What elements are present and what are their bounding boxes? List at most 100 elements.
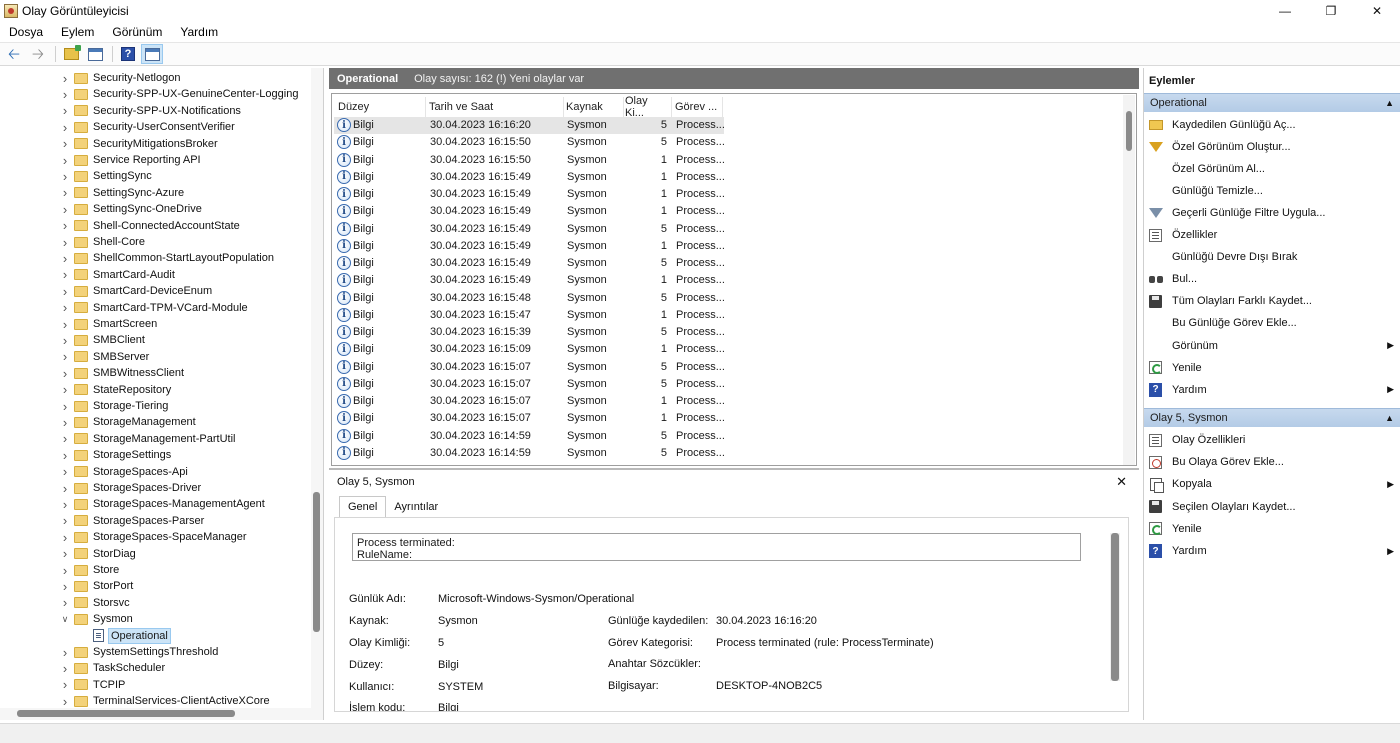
chevron-right-icon[interactable]: ›	[60, 530, 70, 545]
actions-section-event[interactable]: Olay 5, Sysmon ▲	[1144, 408, 1400, 427]
action-item[interactable]: Bul...	[1144, 269, 1400, 289]
tree-item[interactable]: › ShellCommon-StartLayoutPopulation	[0, 250, 310, 266]
chevron-right-icon[interactable]: ›	[60, 103, 70, 118]
tree-item[interactable]: › Storsvc	[0, 595, 310, 611]
action-item[interactable]: Günlüğü Devre Dışı Bırak	[1144, 247, 1400, 267]
chevron-right-icon[interactable]: ›	[60, 366, 70, 381]
chevron-right-icon[interactable]: ›	[60, 694, 70, 709]
tab-details[interactable]: Ayrıntılar	[386, 496, 446, 518]
action-item[interactable]: Kopyala ▶	[1144, 474, 1400, 494]
tree-item[interactable]: › TCPIP	[0, 677, 310, 693]
event-row[interactable]: i Bilgi 30.04.2023 16:15:39 Sysmon 5 Process.…	[334, 324, 725, 341]
chevron-right-icon[interactable]: ›	[60, 399, 70, 414]
forward-button[interactable]: 🡢	[27, 44, 49, 64]
chevron-right-icon[interactable]: ›	[60, 300, 70, 315]
chevron-right-icon[interactable]: ›	[60, 497, 70, 512]
event-description[interactable]: Process terminated: RuleName:	[352, 533, 1081, 561]
chevron-down-icon[interactable]: ∨	[60, 614, 70, 625]
action-item[interactable]: ? Yardım ▶	[1144, 541, 1400, 561]
show-hide-tree-button[interactable]	[84, 44, 106, 64]
action-item[interactable]: Özellikler	[1144, 225, 1400, 245]
action-item[interactable]: Özel Görünüm Oluştur...	[1144, 137, 1400, 157]
column-task-category[interactable]: Görev ...	[675, 97, 723, 117]
action-item[interactable]: Olay Özellikleri	[1144, 430, 1400, 450]
chevron-right-icon[interactable]: ›	[60, 595, 70, 610]
chevron-right-icon[interactable]: ›	[60, 136, 70, 151]
tree-item[interactable]: › SmartScreen	[0, 316, 310, 332]
event-row[interactable]: i Bilgi 30.04.2023 16:15:49 Sysmon 1 Process.…	[334, 238, 725, 255]
chevron-right-icon[interactable]: ›	[60, 677, 70, 692]
column-date-time[interactable]: Tarih ve Saat	[429, 97, 564, 117]
tab-general[interactable]: Genel	[339, 496, 387, 518]
tree-item[interactable]: › SettingSync-Azure	[0, 185, 310, 201]
event-row[interactable]: i Bilgi 30.04.2023 16:15:07 Sysmon 5 Process.…	[334, 359, 725, 376]
tree-item[interactable]: › SmartCard-Audit	[0, 267, 310, 283]
tree-item[interactable]: › StorageManagement	[0, 414, 310, 430]
chevron-right-icon[interactable]: ›	[60, 563, 70, 578]
tree-item[interactable]: › SmartCard-DeviceEnum	[0, 283, 310, 299]
chevron-right-icon[interactable]: ›	[60, 169, 70, 184]
collapse-icon[interactable]: ▲	[1385, 413, 1394, 423]
tree-item[interactable]: › Shell-Core	[0, 234, 310, 250]
tree-item[interactable]: › SMBWitnessClient	[0, 365, 310, 381]
event-row[interactable]: i Bilgi 30.04.2023 16:15:47 Sysmon 1 Process.…	[334, 307, 725, 324]
event-row[interactable]: i Bilgi 30.04.2023 16:15:07 Sysmon 1 Process.…	[334, 393, 725, 410]
event-row[interactable]: i Bilgi 30.04.2023 16:15:49 Sysmon 1 Process.…	[334, 186, 725, 203]
event-row[interactable]: i Bilgi 30.04.2023 16:15:49 Sysmon 1 Process.…	[334, 203, 725, 220]
tree-item[interactable]: › StorDiag	[0, 546, 310, 562]
chevron-right-icon[interactable]: ›	[60, 317, 70, 332]
tree-item[interactable]: › Storage-Tiering	[0, 398, 310, 414]
event-row[interactable]: i Bilgi 30.04.2023 16:15:09 Sysmon 1 Process.…	[334, 341, 725, 358]
event-row[interactable]: i Bilgi 30.04.2023 16:15:07 Sysmon 5 Process.…	[334, 376, 725, 393]
tree-item[interactable]: ∨ Sysmon	[0, 611, 310, 627]
chevron-right-icon[interactable]: ›	[60, 202, 70, 217]
up-one-level-button[interactable]	[60, 44, 82, 64]
menu-help[interactable]: Yardım	[171, 25, 227, 39]
chevron-right-icon[interactable]: ›	[60, 71, 70, 86]
tree-item[interactable]: › StorageSpaces-Driver	[0, 480, 310, 496]
menu-file[interactable]: Dosya	[0, 25, 52, 39]
chevron-right-icon[interactable]: ›	[60, 481, 70, 496]
show-action-pane-button[interactable]	[141, 44, 163, 64]
tree-item[interactable]: › StorageSettings	[0, 447, 310, 463]
chevron-right-icon[interactable]: ›	[60, 546, 70, 561]
chevron-right-icon[interactable]: ›	[60, 333, 70, 348]
event-row[interactable]: i Bilgi 30.04.2023 16:15:49 Sysmon 5 Process.…	[334, 255, 725, 272]
action-item[interactable]: Özel Görünüm Al...	[1144, 159, 1400, 179]
chevron-right-icon[interactable]: ›	[60, 218, 70, 233]
chevron-right-icon[interactable]: ›	[60, 185, 70, 200]
tree-item[interactable]: › Shell-ConnectedAccountState	[0, 218, 310, 234]
action-item[interactable]: Seçilen Olayları Kaydet...	[1144, 497, 1400, 517]
menu-view[interactable]: Görünüm	[103, 25, 171, 39]
tree-item[interactable]: › StorageSpaces-Parser	[0, 513, 310, 529]
action-item[interactable]: Yenile	[1144, 358, 1400, 378]
tree-item[interactable]: › TerminalServices-ClientActiveXCore	[0, 693, 310, 709]
tree-vertical-scroll-thumb[interactable]	[313, 492, 320, 632]
column-source[interactable]: Kaynak	[566, 97, 624, 117]
chevron-right-icon[interactable]: ›	[60, 87, 70, 102]
tree-item-operational[interactable]: Operational	[0, 627, 310, 644]
tree-item[interactable]: › StorageManagement-PartUtil	[0, 431, 310, 447]
tree-item[interactable]: › StorPort	[0, 578, 310, 594]
tree-item[interactable]: › SettingSync	[0, 168, 310, 184]
chevron-right-icon[interactable]: ›	[60, 349, 70, 364]
event-row[interactable]: i Bilgi 30.04.2023 16:15:49 Sysmon 5 Process.…	[334, 221, 725, 238]
tree-item[interactable]: › StorageSpaces-Api	[0, 464, 310, 480]
action-item[interactable]: Bu Günlüğe Görev Ekle...	[1144, 313, 1400, 333]
tree-item[interactable]: › Service Reporting API	[0, 152, 310, 168]
chevron-right-icon[interactable]: ›	[60, 415, 70, 430]
detail-vertical-scroll-thumb[interactable]	[1111, 533, 1119, 681]
actions-section-operational[interactable]: Operational ▲	[1144, 93, 1400, 112]
chevron-right-icon[interactable]: ›	[60, 251, 70, 266]
menu-action[interactable]: Eylem	[52, 25, 103, 39]
tree-item[interactable]: › SmartCard-TPM-VCard-Module	[0, 300, 310, 316]
column-event-id[interactable]: Olay Ki...	[625, 95, 672, 119]
event-row[interactable]: i Bilgi 30.04.2023 16:15:49 Sysmon 1 Process.…	[334, 169, 725, 186]
event-row[interactable]: i Bilgi 30.04.2023 16:15:49 Sysmon 1 Process.…	[334, 272, 725, 289]
event-row[interactable]: i Bilgi 30.04.2023 16:15:50 Sysmon 1 Process.…	[334, 152, 725, 169]
chevron-right-icon[interactable]: ›	[60, 120, 70, 135]
event-row[interactable]: i Bilgi 30.04.2023 16:14:59 Sysmon 5 Process.…	[334, 445, 725, 462]
column-level[interactable]: Düzey	[338, 97, 426, 117]
chevron-right-icon[interactable]: ›	[60, 579, 70, 594]
tree-item[interactable]: › SMBClient	[0, 332, 310, 348]
